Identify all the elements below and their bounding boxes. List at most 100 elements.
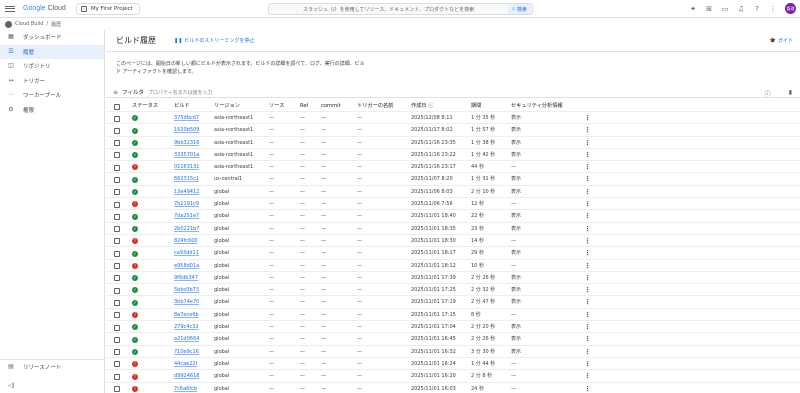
row-more-actions-icon[interactable]: ⋮	[584, 333, 591, 345]
build-id-link[interactable]: 9f6db347	[174, 272, 198, 284]
row-more-actions-icon[interactable]: ⋮	[584, 272, 591, 284]
build-id-link[interactable]: 279c4c32	[174, 321, 199, 333]
build-id-link[interactable]: 710e9c16	[174, 346, 199, 358]
row-checkbox[interactable]	[114, 287, 120, 294]
security-insights-cell[interactable]: 表示	[511, 247, 521, 259]
row-more-actions-icon[interactable]: ⋮	[584, 235, 591, 247]
row-more-actions-icon[interactable]: ⋮	[584, 210, 591, 222]
build-id-link[interactable]: ca93dd11	[174, 247, 199, 259]
sidebar-item-repositories[interactable]: ◫ リポジトリ	[0, 59, 104, 74]
row-more-actions-icon[interactable]: ⋮	[584, 260, 591, 272]
row-more-actions-icon[interactable]: ⋮	[584, 112, 591, 124]
security-insights-cell[interactable]: 表示	[511, 210, 521, 222]
security-insights-cell[interactable]: 表示	[511, 346, 521, 358]
avatar[interactable]: 管理	[785, 3, 796, 14]
help-icon[interactable]: ⓘ	[765, 89, 771, 98]
build-id-link[interactable]: 824fc600	[174, 235, 198, 247]
row-checkbox[interactable]	[114, 324, 120, 331]
more-vert-icon[interactable]: ⋮	[769, 5, 777, 13]
security-insights-cell[interactable]: 表示	[511, 173, 521, 185]
row-checkbox[interactable]	[114, 386, 120, 393]
security-insights-cell[interactable]: 表示	[511, 137, 521, 149]
col-status[interactable]: ステータス	[132, 100, 158, 112]
row-checkbox[interactable]	[114, 336, 120, 343]
sidebar-item-release-notes[interactable]: ▤ リリースノート	[0, 359, 104, 373]
row-checkbox[interactable]	[114, 238, 120, 245]
row-more-actions-icon[interactable]: ⋮	[584, 358, 591, 370]
row-checkbox[interactable]	[114, 312, 120, 319]
row-more-actions-icon[interactable]: ⋮	[584, 137, 591, 149]
sidebar-item-permissions[interactable]: ⚙ 権限	[0, 103, 104, 118]
build-id-link[interactable]: 13e49412	[174, 186, 199, 198]
row-checkbox[interactable]	[114, 213, 120, 220]
row-checkbox[interactable]	[114, 176, 120, 183]
gift-icon[interactable]: ⊞	[705, 5, 713, 13]
security-insights-cell[interactable]: 表示	[511, 284, 521, 296]
security-insights-cell[interactable]: 表示	[511, 296, 521, 308]
build-id-link[interactable]: 7da251e7	[174, 210, 199, 222]
row-checkbox[interactable]	[114, 361, 120, 368]
row-more-actions-icon[interactable]: ⋮	[584, 296, 591, 308]
build-id-link[interactable]: 3bb74e70	[174, 296, 199, 308]
row-checkbox[interactable]	[114, 373, 120, 380]
column-display-icon[interactable]: ▮	[789, 89, 792, 98]
build-id-link[interactable]: 7c6a6fcb	[174, 383, 197, 393]
security-insights-cell[interactable]: 表示	[511, 272, 521, 284]
build-id-link[interactable]: 44cae22f	[174, 358, 197, 370]
sidebar-item-worker-pools[interactable]: ⋯ ワーカープール	[0, 88, 104, 103]
terminal-icon[interactable]: ▭	[721, 5, 729, 13]
collapse-sidebar-icon[interactable]: ◁|	[8, 382, 15, 389]
row-more-actions-icon[interactable]: ⋮	[584, 284, 591, 296]
col-duration[interactable]: 期間	[471, 100, 481, 112]
sidebar-item-triggers[interactable]: ↔ トリガー	[0, 74, 104, 89]
security-insights-cell[interactable]: 表示	[511, 149, 521, 161]
security-insights-cell[interactable]: 表示	[511, 124, 521, 136]
row-checkbox[interactable]	[114, 349, 120, 356]
row-more-actions-icon[interactable]: ⋮	[584, 161, 591, 173]
col-build[interactable]: ビルド	[174, 100, 190, 112]
search-input[interactable]: スラッシュ（/）を使用してリソース、ドキュメント、プロダクトなどを検索	[269, 6, 508, 13]
security-insights-cell[interactable]: 表示	[511, 223, 521, 235]
row-more-actions-icon[interactable]: ⋮	[584, 149, 591, 161]
build-id-link[interactable]: e958d01a	[174, 260, 199, 272]
row-checkbox[interactable]	[114, 226, 120, 233]
row-checkbox[interactable]	[114, 140, 120, 147]
row-checkbox[interactable]	[114, 201, 120, 208]
row-more-actions-icon[interactable]: ⋮	[584, 370, 591, 382]
row-checkbox[interactable]	[114, 152, 120, 159]
select-all-checkbox[interactable]	[114, 103, 120, 110]
row-checkbox[interactable]	[114, 263, 120, 270]
build-id-link[interactable]: a21d0664	[174, 333, 199, 345]
row-checkbox[interactable]	[114, 164, 120, 171]
security-insights-cell[interactable]: 表示	[511, 112, 521, 124]
row-checkbox[interactable]	[114, 115, 120, 122]
row-more-actions-icon[interactable]: ⋮	[584, 346, 591, 358]
search-bar[interactable]: スラッシュ（/）を使用してリソース、ドキュメント、プロダクトなどを検索 ⌕ 検索	[268, 3, 533, 15]
row-checkbox[interactable]	[114, 127, 120, 134]
security-insights-cell[interactable]: 表示	[511, 333, 521, 345]
row-checkbox[interactable]	[114, 189, 120, 196]
col-trigger[interactable]: トリガーの名前	[357, 100, 393, 112]
row-more-actions-icon[interactable]: ⋮	[584, 198, 591, 210]
build-id-link[interactable]: 01163131	[174, 161, 199, 173]
menu-icon[interactable]	[5, 5, 15, 12]
sidebar-item-dashboard[interactable]: ▦ ダッシュボード	[0, 30, 104, 45]
help-icon[interactable]: ?	[753, 5, 761, 13]
build-id-link[interactable]: 2b0221b7	[174, 223, 199, 235]
row-more-actions-icon[interactable]: ⋮	[584, 321, 591, 333]
col-source[interactable]: ソース	[269, 100, 284, 112]
row-more-actions-icon[interactable]: ⋮	[584, 383, 591, 393]
col-created[interactable]: 作成日 ⓘ	[411, 100, 433, 112]
stop-streaming-button[interactable]: ❚❚ ビルドのストリーミングを停止	[174, 37, 254, 45]
google-cloud-logo[interactable]: Google Cloud	[23, 5, 66, 12]
build-id-link[interactable]: 3335701a	[174, 149, 199, 161]
build-id-link[interactable]: d9924618	[174, 370, 199, 382]
row-more-actions-icon[interactable]: ⋮	[584, 173, 591, 185]
col-commit[interactable]: commit	[321, 100, 341, 112]
row-checkbox[interactable]	[114, 299, 120, 306]
row-more-actions-icon[interactable]: ⋮	[584, 124, 591, 136]
row-more-actions-icon[interactable]: ⋮	[584, 186, 591, 198]
col-ref[interactable]: Ref	[300, 100, 308, 112]
build-id-link[interactable]: 7b1191c9	[174, 198, 199, 210]
search-button[interactable]: ⌕ 検索	[508, 4, 531, 14]
